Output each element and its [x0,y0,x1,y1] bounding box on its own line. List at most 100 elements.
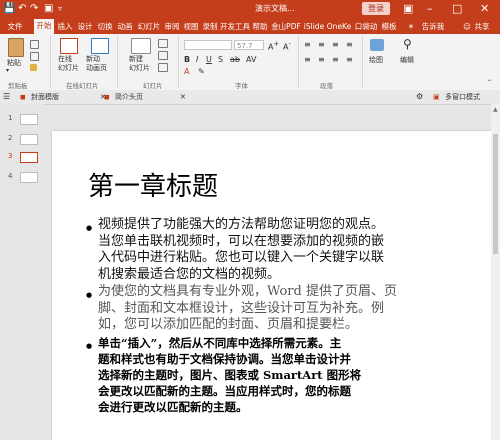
line-spacing-icon[interactable]: ≡ [346,40,353,49]
justify-icon[interactable]: ≡ [346,55,353,64]
bullets-icon[interactable]: ≡ [304,40,311,49]
cut-icon[interactable] [30,40,39,49]
tab-review[interactable]: 审阅 [163,20,181,34]
share-icon[interactable]: ☺ [462,20,472,34]
tab-record[interactable]: 录制 [201,20,219,34]
char-spacing-icon[interactable]: AV [246,55,256,64]
vertical-scrollbar[interactable]: ▲ [491,104,500,440]
slide-thumbnail-1[interactable] [20,114,38,125]
align-right-icon[interactable]: ≡ [332,55,339,64]
tab-template[interactable]: 模板 [380,20,398,34]
grow-font-icon[interactable]: A+ [268,40,279,52]
align-center-icon[interactable]: ≡ [318,55,325,64]
doc-tab-close-icon[interactable]: ✕ [180,91,186,103]
tab-help[interactable]: 帮助 [251,20,269,34]
online-slides-icon[interactable] [60,38,78,54]
save-icon[interactable]: 💾 [3,2,15,16]
highlight-icon[interactable]: ✎ [198,67,205,76]
collapse-ribbon-icon[interactable]: ⌃ [487,79,492,86]
new-slide-button[interactable]: 新建 幻灯片 [129,55,150,73]
maximize-icon[interactable]: □ [452,2,462,16]
minimize-icon[interactable]: – [427,2,433,16]
font-name-combo[interactable] [184,40,232,50]
bullet-icon: ● [86,291,93,299]
tab-view[interactable]: 视图 [182,20,200,34]
find-icon[interactable]: ⚲ [403,37,412,51]
ribbon-options-icon[interactable]: ▣ [403,2,413,16]
group-divider [117,36,118,88]
scroll-up-icon[interactable]: ▲ [493,106,498,113]
strikethrough-icon[interactable]: ab [230,55,240,64]
tab-islide[interactable]: iSlide [303,20,325,34]
shrink-font-icon[interactable]: A- [283,40,291,52]
tell-me[interactable]: 告诉我 [418,20,448,34]
group-divider [50,36,51,88]
paragraph-3[interactable]: 单击“插入”，然后从不同库中选择所需元素。主 题和样式也有助于文档保持协调。当您… [98,335,438,415]
new-slide-icon[interactable] [131,38,151,54]
tab-animations[interactable]: 动画 [116,20,134,34]
align-left-icon[interactable]: ≡ [304,55,311,64]
drawing-icon[interactable] [370,39,384,51]
tab-design[interactable]: 设计 [76,20,94,34]
undo-icon[interactable]: ↶ [18,2,26,16]
editing-button[interactable]: 编辑 [400,55,414,65]
underline-icon[interactable]: U [206,55,212,64]
format-painter-icon[interactable] [30,64,37,71]
font-color-icon[interactable]: A [184,67,189,76]
doc-tab-intro[interactable]: 简介头页 [115,91,143,103]
lightbulb-icon[interactable]: ☀ [404,20,418,34]
reset-icon[interactable] [158,51,168,60]
scrollbar-thumb[interactable] [493,134,498,254]
drawing-button[interactable]: 绘图 [369,55,383,65]
doc-tab-cover[interactable]: 封面模版 [31,91,59,103]
slide-canvas[interactable]: 第一章标题 ● 视频提供了功能强大的方法帮助您证明您的观点。 当您单击联机视频时… [52,131,491,440]
tab-kingsoft-pdf[interactable]: 金山PDF [270,20,302,34]
tab-oneke[interactable]: OneKe [326,20,352,34]
tab-developer[interactable]: 开发工具 [220,20,250,34]
tab-transitions[interactable]: 切换 [96,20,114,34]
multi-window-icon[interactable]: ▣ [433,91,440,103]
paste-button[interactable]: 粘贴 [7,58,21,68]
text-line: 会更改以匹配新的主题。当应用样式时，您的标题 [98,384,351,398]
tab-home[interactable]: 开始 [34,19,54,34]
italic-icon[interactable]: I [196,55,198,64]
copy-icon[interactable] [30,52,39,61]
paragraph-2[interactable]: 为使您的文档具有专业外观，Word 提供了页眉、页 脚、封面和文本框设计，这些设… [98,284,438,334]
qat-customize-icon[interactable]: ▿ [58,2,62,16]
text-line: 视频提供了功能强大的方法帮助您证明您的观点。 [98,217,385,232]
slide-thumbnail-4[interactable] [20,172,38,183]
online-slides-button[interactable]: 在线 幻灯片 [58,55,79,73]
tab-pocket-animation[interactable]: 口袋动 [353,20,379,34]
close-icon[interactable]: ✕ [480,2,489,16]
font-size-combo[interactable]: 57.7 [234,40,264,50]
redo-icon[interactable]: ↷ [30,2,38,16]
present-icon[interactable]: ▣ [44,2,53,16]
numbering-icon[interactable]: ≡ [318,40,325,49]
paragraph-1[interactable]: 视频提供了功能强大的方法帮助您证明您的观点。 当您单击联机视频时，可以在想要添加… [98,217,438,283]
paste-icon[interactable] [8,38,24,57]
bold-icon[interactable]: B [184,55,190,64]
doc-list-icon[interactable]: ☰ [3,91,10,103]
slide-title[interactable]: 第一章标题 [88,166,218,203]
text-line: 机搜索最适合您的文档的视频。 [98,266,281,282]
indent-icon[interactable]: ≡ [332,40,339,49]
new-animation-button[interactable]: 新动 动画页 [86,55,107,73]
tab-slideshow[interactable]: 幻灯片 [136,20,162,34]
slide-number: 3 [8,152,13,160]
section-icon[interactable] [158,63,168,72]
text-line: 选择新的主题时，图片、图表或 SmartArt 图形将 [98,368,362,382]
share-button[interactable]: 共享 [472,20,492,34]
multi-window-button[interactable]: 多窗口模式 [445,91,480,103]
tab-file[interactable]: 文件 [5,20,25,34]
shadow-icon[interactable]: S [218,55,223,64]
login-button[interactable]: 登录 [362,2,390,15]
settings-icon[interactable]: ⚙ [416,91,423,103]
new-animation-icon[interactable] [91,38,109,54]
tab-insert[interactable]: 插入 [56,20,74,34]
paste-dropdown-icon[interactable]: ▾ [6,67,9,74]
slide-thumbnail-3[interactable] [20,152,38,163]
layout-icon[interactable] [158,39,168,48]
paragraph-group-label: 段落 [320,82,333,90]
bullet-icon: ● [86,342,93,350]
slide-thumbnail-2[interactable] [20,134,38,145]
